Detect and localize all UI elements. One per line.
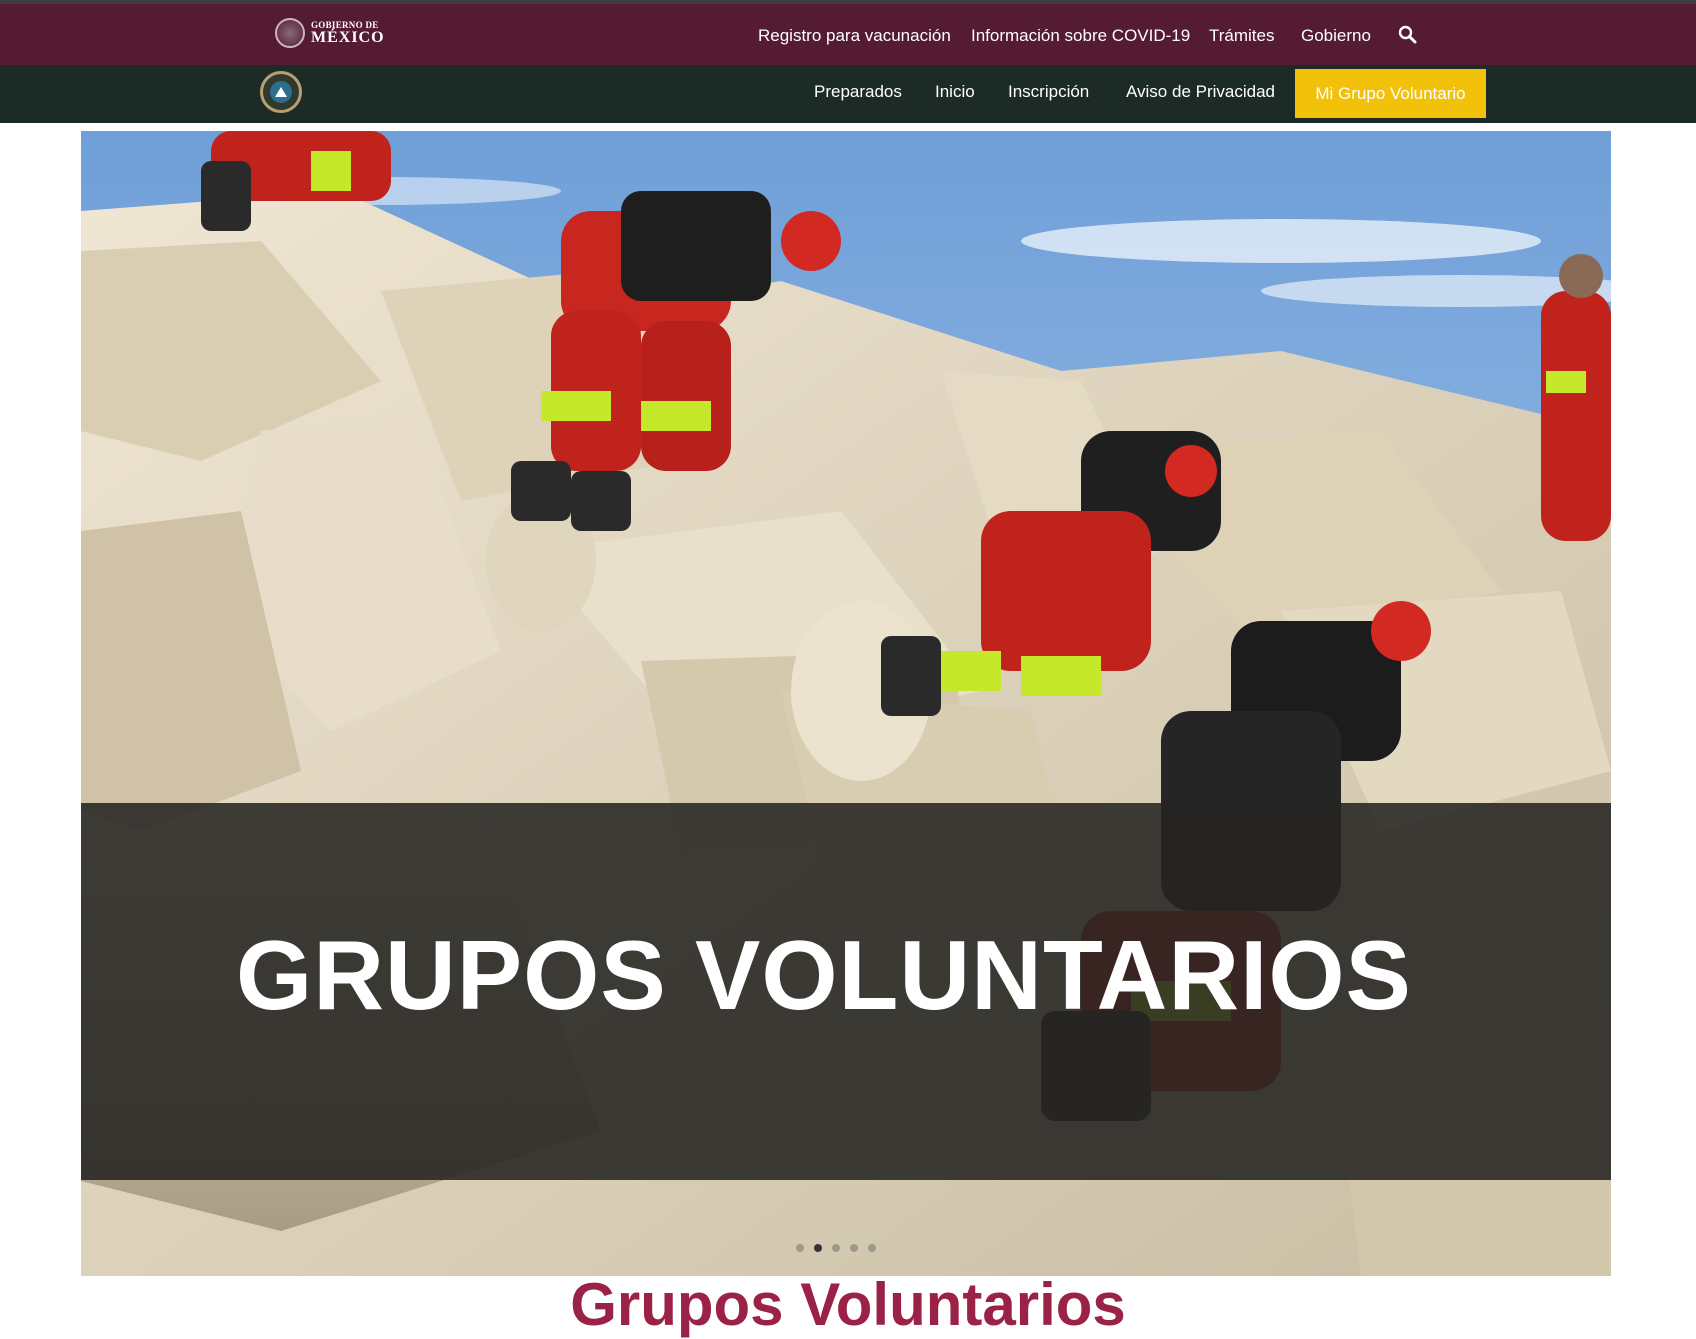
carousel-dot-active[interactable] — [814, 1244, 822, 1252]
nav-link-inicio[interactable]: Inicio — [935, 82, 975, 102]
nav-link-registro-vacunacion[interactable]: Registro para vacunación — [758, 26, 951, 46]
carousel-dot[interactable] — [796, 1244, 804, 1252]
gobierno-nav: Registro para vacunación Información sob… — [0, 4, 1696, 65]
hero-carousel[interactable]: GRUPOS VOLUNTARIOS — [81, 131, 1611, 1276]
carousel-dot[interactable] — [832, 1244, 840, 1252]
nav-link-covid[interactable]: Información sobre COVID-19 — [971, 26, 1190, 46]
search-icon[interactable] — [1397, 24, 1419, 46]
carousel-indicators — [796, 1244, 876, 1252]
proteccion-civil-logo-icon[interactable] — [260, 71, 302, 113]
carousel-dot[interactable] — [850, 1244, 858, 1252]
gobierno-header: GOBIERNO DE MÉXICO Registro para vacunac… — [0, 4, 1696, 65]
section-title: Grupos Voluntarios — [570, 1271, 1126, 1338]
nav-link-tramites[interactable]: Trámites — [1209, 26, 1275, 46]
carousel-dot[interactable] — [868, 1244, 876, 1252]
nav-link-preparados[interactable]: Preparados — [814, 82, 902, 102]
nav-link-gobierno[interactable]: Gobierno — [1301, 26, 1371, 46]
nav-link-inscripcion[interactable]: Inscripción — [1008, 82, 1089, 102]
mi-grupo-voluntario-button[interactable]: Mi Grupo Voluntario — [1295, 69, 1486, 118]
triangle-icon — [270, 81, 292, 103]
nav-link-aviso-privacidad[interactable]: Aviso de Privacidad — [1126, 82, 1275, 102]
site-nav: Preparados Inicio Inscripción Aviso de P… — [0, 65, 1696, 123]
hero-title: GRUPOS VOLUNTARIOS — [236, 920, 1412, 1030]
